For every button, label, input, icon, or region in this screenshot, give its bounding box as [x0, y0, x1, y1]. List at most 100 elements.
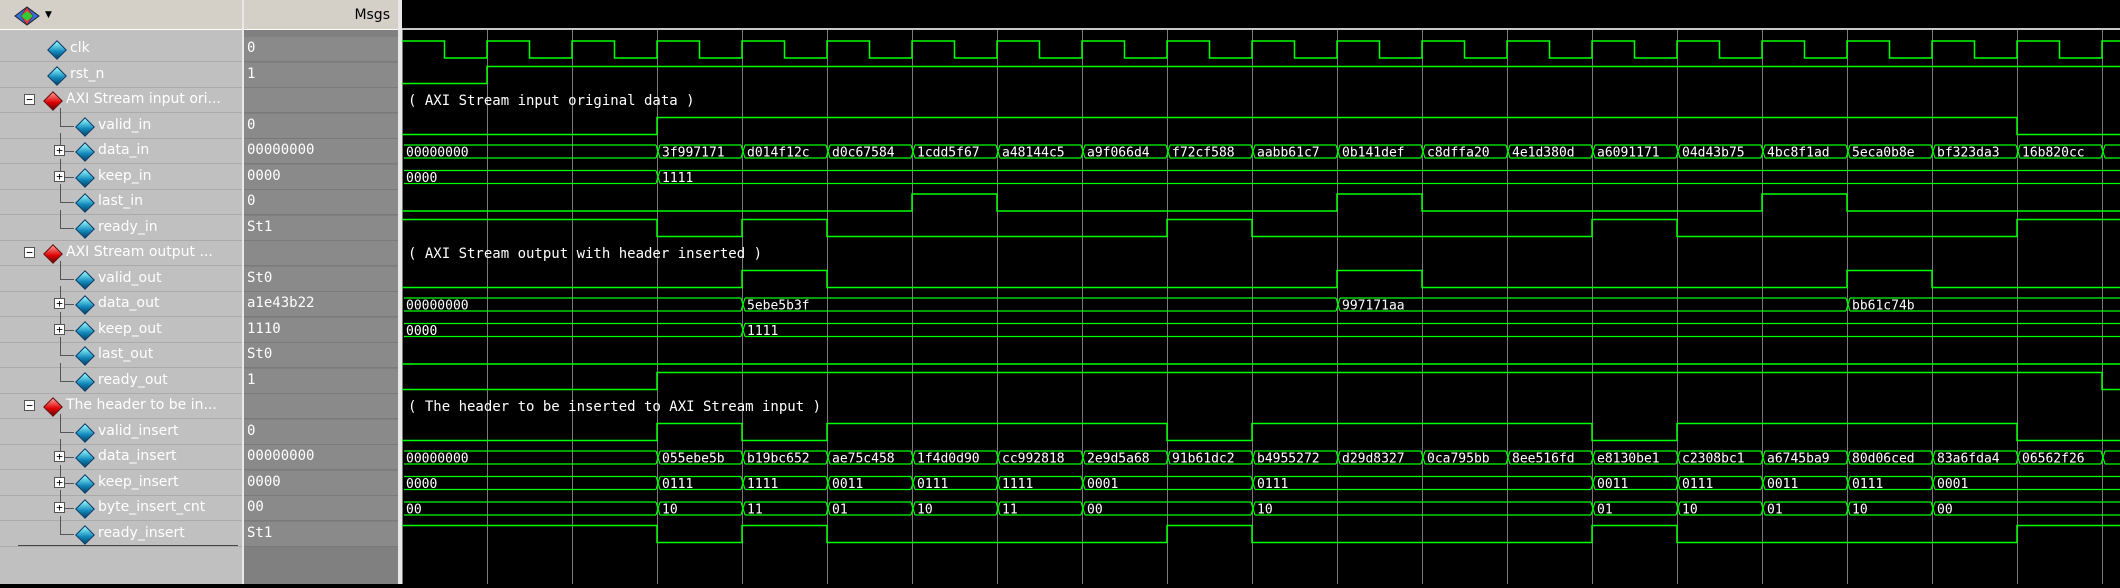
collapse-icon[interactable]: − [24, 247, 35, 258]
value-pane-header: Msgs [244, 0, 398, 30]
signal-row-data-out[interactable]: + data_out [0, 286, 242, 317]
waveform-pane[interactable]: ( AXI Stream input original data ) 000000… [402, 0, 2120, 584]
value-row[interactable] [244, 394, 398, 419]
signal-name: keep_in [98, 167, 152, 184]
value-row[interactable]: St1 [244, 215, 398, 241]
bus-segment [404, 475, 656, 491]
bus-value-label: d29d8327 [1342, 452, 1405, 467]
signal-name: AXI Stream output ... [66, 244, 213, 260]
tree-line [60, 202, 74, 203]
value-row[interactable]: St0 [244, 266, 398, 292]
bus-value-label: 0001 [1087, 477, 1118, 492]
signal-row-ready-out[interactable]: ready_out [0, 362, 242, 394]
value-row[interactable]: 1 [244, 368, 398, 394]
signal-row-data-in[interactable]: + data_in [0, 133, 242, 164]
signal-row-axi-stream-output-[interactable]: − AXI Stream output ... [0, 241, 242, 266]
signal-row-valid-in[interactable]: valid_in [0, 107, 242, 139]
bus-value-label: a9f066d4 [1087, 146, 1150, 161]
bus-value-label: 0111 [1682, 477, 1713, 492]
group-divider-label: ( AXI Stream output with header inserted… [408, 246, 762, 262]
bus-value-label: 1111 [1002, 477, 1033, 492]
bus-value-label: 0111 [1257, 477, 1288, 492]
signal-name: keep_out [98, 320, 162, 337]
wave-window-logo-icon[interactable] [14, 6, 40, 26]
signal-row-keep-in[interactable]: + keep_in [0, 158, 242, 190]
ready_in-wave [402, 218, 2120, 238]
collapse-icon[interactable]: − [24, 94, 35, 105]
bus-value-label: 0111 [1852, 477, 1883, 492]
signal-row-ready-insert[interactable]: ready_insert [0, 515, 242, 547]
waveform-canvas[interactable]: ( AXI Stream input original data )000000… [402, 0, 2120, 584]
tree-line [60, 278, 74, 280]
signal-name: clk [70, 40, 90, 56]
signal-row-keep-out[interactable]: + keep_out [0, 311, 242, 343]
value-row[interactable]: 0 [244, 190, 398, 215]
value-row[interactable]: 00000000 [244, 445, 398, 470]
bus-value-label: 06562f26 [2022, 452, 2085, 467]
bus-value-label: e8130be1 [1597, 452, 1660, 467]
expand-icon[interactable]: + [54, 323, 65, 335]
expand-icon[interactable]: + [54, 298, 65, 309]
bus-segment [2105, 144, 2120, 159]
value-row[interactable]: St1 [244, 521, 398, 547]
value-row[interactable]: St0 [244, 343, 398, 368]
signal-value: a1e43b22 [247, 295, 315, 311]
signal-diamond-icon [75, 499, 95, 519]
value-row[interactable]: 1 [244, 62, 398, 88]
bus-value-label: 00 [406, 503, 422, 518]
expand-icon[interactable]: + [54, 502, 65, 513]
value-row[interactable]: 00 [244, 496, 398, 521]
signal-row-last-out[interactable]: last_out [0, 337, 242, 368]
bus-value-label: a48144c5 [1002, 146, 1065, 161]
value-row[interactable] [244, 241, 398, 266]
value-row[interactable]: a1e43b22 [244, 292, 398, 317]
value-row[interactable]: 0 [244, 113, 398, 139]
tree-line [60, 337, 61, 356]
tree-line [60, 362, 61, 382]
bus-value-label: b4955272 [1257, 452, 1320, 467]
signal-value-pane: 0 1 0 00000000 0000 0 St1 St0 a1e43b22 1110 St0 1 0 0… [244, 0, 398, 584]
value-row[interactable] [244, 88, 398, 113]
bus-value-label: 055ebe5b [662, 452, 725, 467]
bus-value-label: 0000 [406, 171, 437, 186]
ready_out-wave [402, 371, 2120, 391]
value-row[interactable]: 0 [244, 419, 398, 445]
bus-value-label: 0111 [917, 477, 948, 492]
signal-value: 00 [247, 499, 264, 515]
signal-row-keep-insert[interactable]: + keep_insert [0, 464, 242, 496]
bus-value-label: b19bc652 [747, 452, 810, 467]
cursor-marker[interactable] [18, 545, 238, 546]
signal-row-the-header-to-be-in-[interactable]: − The header to be in... [0, 394, 242, 419]
signal-value: St1 [247, 524, 273, 541]
bus-value-label: bb61c74b [1852, 299, 1915, 314]
signal-row-valid-out[interactable]: valid_out [0, 260, 242, 292]
expand-icon[interactable]: + [54, 170, 65, 182]
bus-segment [404, 501, 656, 516]
signal-row-clk[interactable]: clk [0, 37, 242, 62]
bus-value-label: 5eca0b8e [1852, 146, 1915, 161]
expand-icon[interactable]: + [54, 476, 65, 488]
value-row[interactable]: 0000 [244, 470, 398, 496]
bus-value-label: c8dffa20 [1427, 146, 1490, 161]
group-divider-label: ( The header to be inserted to AXI Strea… [408, 399, 821, 415]
signal-row-byte-insert-cnt[interactable]: + byte_insert_cnt [0, 490, 242, 521]
signal-diamond-icon [75, 218, 95, 239]
expand-icon[interactable]: + [54, 145, 65, 156]
value-row[interactable]: 0000 [244, 164, 398, 190]
signal-row-axi-stream-input-ori-[interactable]: − AXI Stream input ori... [0, 88, 242, 113]
signal-row-ready-in[interactable]: ready_in [0, 209, 242, 241]
signal-row-rst-n[interactable]: rst_n [0, 62, 242, 88]
value-row[interactable]: 0 [244, 37, 398, 62]
signal-name: keep_insert [98, 473, 179, 490]
collapse-icon[interactable]: − [24, 400, 35, 411]
signal-row-last-in[interactable]: last_in [0, 184, 242, 215]
dropdown-caret-icon[interactable]: ▼ [45, 10, 52, 20]
signal-row-data-insert[interactable]: + data_insert [0, 439, 242, 470]
value-row[interactable]: 1110 [244, 317, 398, 343]
value-row[interactable]: 00000000 [244, 139, 398, 164]
tree-line [60, 125, 74, 127]
signal-row-valid-insert[interactable]: valid_insert [0, 413, 242, 445]
bus-value-label: cc992818 [1002, 452, 1065, 467]
expand-icon[interactable]: + [54, 451, 65, 462]
bus-value-label: ae75c458 [832, 452, 895, 467]
